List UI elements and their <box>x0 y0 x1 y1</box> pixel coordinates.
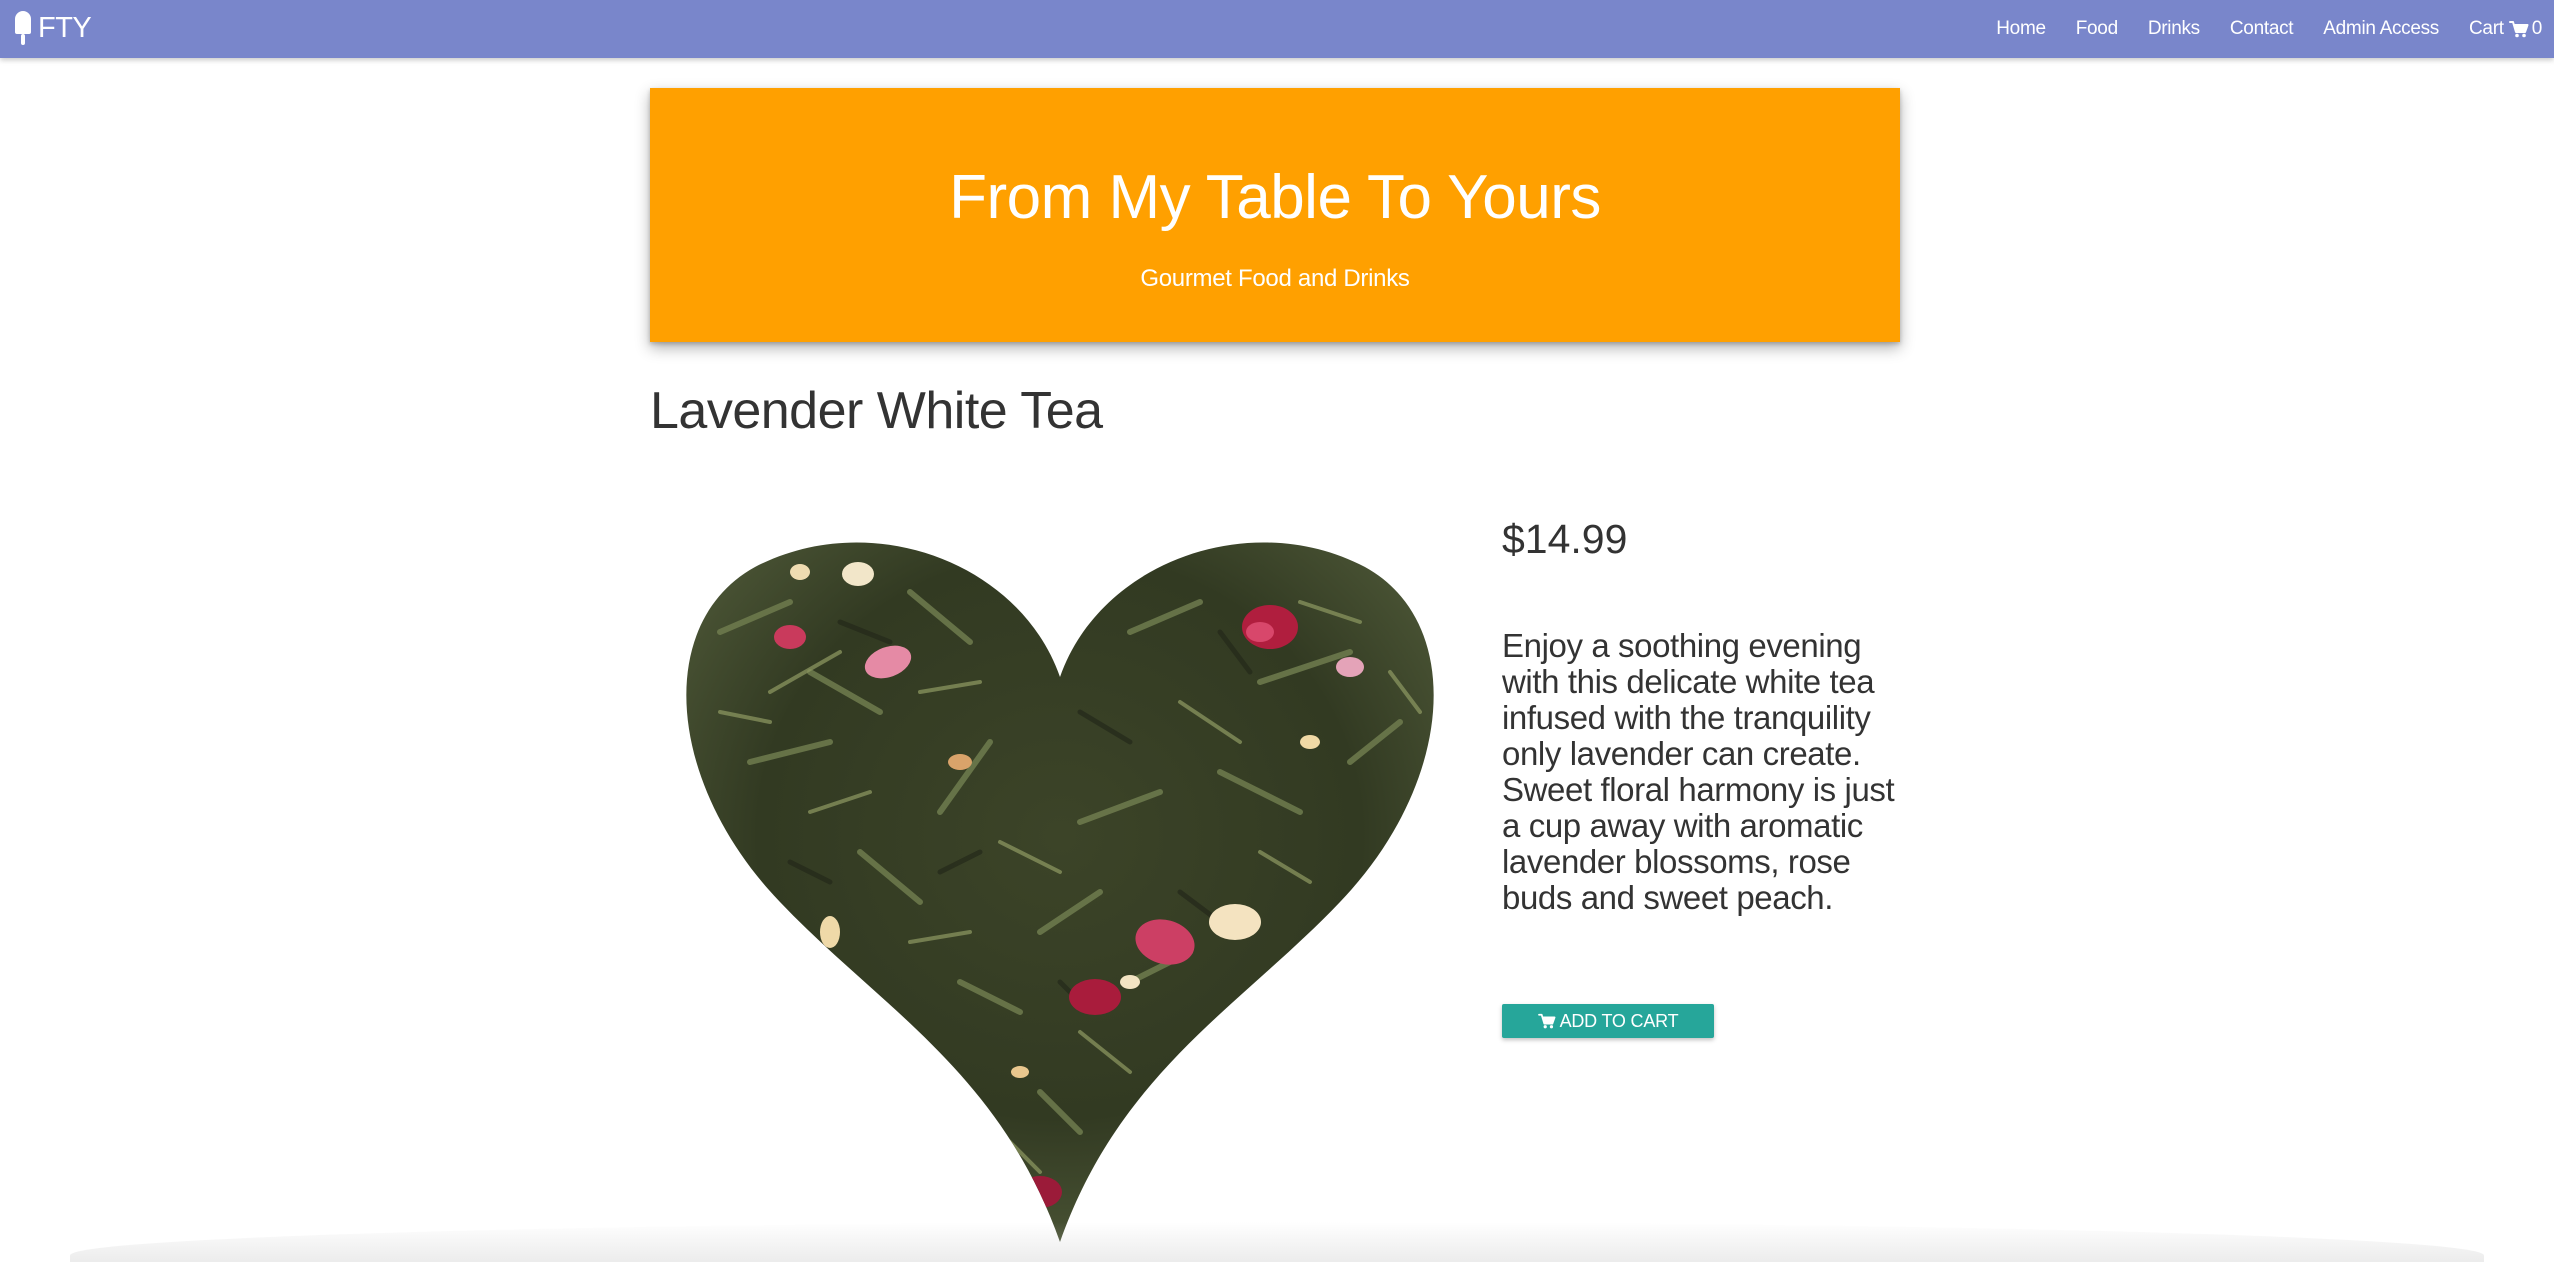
cart-label: Cart <box>2469 18 2504 39</box>
hero-subtitle: Gourmet Food and Drinks <box>1140 265 1410 292</box>
add-to-cart-button[interactable]: ADD TO CART <box>1502 1004 1714 1038</box>
hero-title: From My Table To Yours <box>949 163 1601 232</box>
product-price: $14.99 <box>1502 516 1628 562</box>
nav-link-food[interactable]: Food <box>2076 18 2118 40</box>
cart-count: 0 <box>2531 18 2543 39</box>
hero-banner: From My Table To Yours Gourmet Food and … <box>650 88 1900 342</box>
nav-links: Home Food Drinks Contact Admin Access Ca… <box>1966 0 2542 58</box>
navbar: FTY Home Food Drinks Contact Admin Acces… <box>0 0 2554 58</box>
nav-link-drinks[interactable]: Drinks <box>2148 18 2200 40</box>
brand-text: FTY <box>38 12 92 44</box>
nav-link-contact[interactable]: Contact <box>2230 18 2294 40</box>
product-image <box>686 542 1434 1242</box>
nav-link-cart[interactable]: Cart 0 <box>2469 18 2542 40</box>
brand-logo[interactable]: FTY <box>12 8 92 48</box>
cart-icon <box>1537 1013 1556 1029</box>
cart-icon <box>2508 21 2529 38</box>
add-to-cart-label: ADD TO CART <box>1559 1010 1679 1031</box>
product-name: Lavender White Tea <box>650 382 1103 440</box>
footer-shadow <box>70 1222 2484 1262</box>
product-description: Enjoy a soothing evening with this delic… <box>1502 627 1895 916</box>
nav-link-admin-access[interactable]: Admin Access <box>2323 18 2439 40</box>
nav-link-home[interactable]: Home <box>1996 18 2046 40</box>
popsicle-icon <box>15 11 31 45</box>
